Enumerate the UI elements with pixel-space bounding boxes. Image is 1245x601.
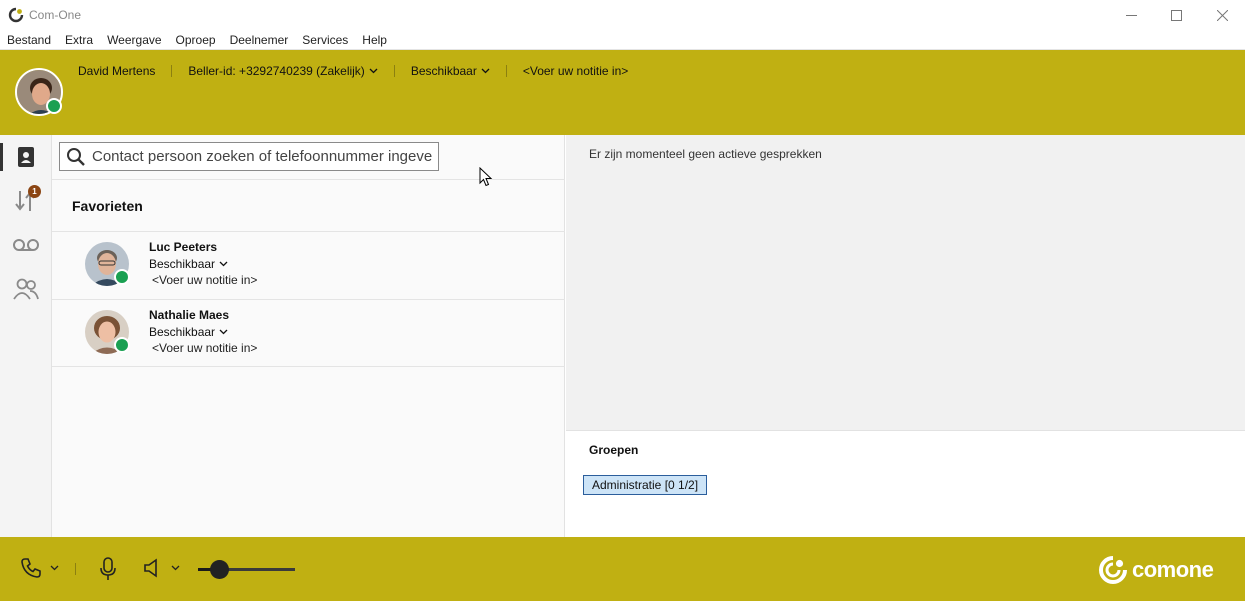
contact-name: Nathalie Maes bbox=[149, 308, 230, 322]
user-status-dot bbox=[46, 98, 62, 114]
header-separator bbox=[393, 65, 395, 77]
divider bbox=[52, 366, 565, 367]
contact-status-label: Beschikbaar bbox=[149, 257, 216, 271]
search-box[interactable] bbox=[59, 142, 439, 171]
active-calls-panel: Er zijn momenteel geen actieve gesprekke… bbox=[566, 135, 1245, 430]
microphone-button[interactable] bbox=[98, 557, 118, 581]
contact-row[interactable]: Luc Peeters Beschikbaar <Voer uw notitie… bbox=[52, 232, 565, 300]
contact-status-dropdown[interactable]: Beschikbaar bbox=[149, 325, 228, 339]
caller-id-label: Beller-id: +3292740239 (Zakelijk) bbox=[188, 64, 365, 78]
caller-id-dropdown[interactable]: Beller-id: +3292740239 (Zakelijk) bbox=[188, 64, 378, 78]
search-input[interactable] bbox=[92, 148, 432, 165]
menu-bar: Bestand Extra Weergave Oproep Deelnemer … bbox=[0, 30, 1245, 50]
contact-note: <Voer uw notitie in> bbox=[152, 341, 258, 355]
status-label: Beschikbaar bbox=[410, 64, 477, 78]
footer-separator bbox=[75, 563, 76, 575]
rail-call-history[interactable]: 1 bbox=[0, 179, 52, 223]
status-dropdown[interactable]: Beschikbaar bbox=[411, 64, 490, 78]
header-info-row: David Mertens Beller-id: +3292740239 (Za… bbox=[78, 64, 628, 78]
active-indicator bbox=[0, 143, 3, 171]
title-bar: Com-One bbox=[0, 0, 1245, 30]
rail-contacts[interactable] bbox=[0, 135, 52, 179]
phone-icon bbox=[21, 558, 41, 578]
contact-status-dot bbox=[114, 337, 130, 353]
menu-oproep[interactable]: Oproep bbox=[169, 33, 223, 47]
note-field[interactable]: <Voer uw notitie in> bbox=[523, 64, 628, 78]
speaker-button[interactable] bbox=[143, 557, 180, 579]
comone-logo-icon bbox=[1099, 556, 1127, 584]
chevron-down-icon bbox=[219, 329, 228, 335]
volume-slider-handle[interactable] bbox=[209, 560, 229, 579]
contact-status-label: Beschikbaar bbox=[149, 325, 216, 339]
header-separator bbox=[171, 65, 173, 77]
rail-voicemail[interactable] bbox=[0, 223, 52, 267]
contact-status-dot bbox=[114, 269, 130, 285]
rail-groups[interactable] bbox=[0, 267, 52, 311]
contact-status-dropdown[interactable]: Beschikbaar bbox=[149, 257, 228, 271]
speaker-icon bbox=[144, 558, 157, 578]
contact-name: Luc Peeters bbox=[149, 240, 218, 254]
mouse-cursor-icon bbox=[479, 167, 493, 187]
maximize-button[interactable] bbox=[1153, 0, 1199, 30]
footer-toolbar: comone bbox=[0, 537, 1245, 601]
chevron-down-icon bbox=[369, 68, 378, 74]
contact-note: <Voer uw notitie in> bbox=[152, 273, 258, 287]
menu-services[interactable]: Services bbox=[295, 33, 355, 47]
chevron-down-icon bbox=[171, 565, 180, 571]
search-icon bbox=[67, 147, 85, 166]
menu-help[interactable]: Help bbox=[355, 33, 394, 47]
missed-calls-badge: 1 bbox=[28, 185, 41, 198]
contacts-panel: Favorieten Luc Peeters Beschikbaar <Voer… bbox=[52, 135, 565, 537]
menu-extra[interactable]: Extra bbox=[58, 33, 100, 47]
groups-panel: Groepen Administratie [0 1/2] bbox=[566, 430, 1245, 537]
microphone-icon bbox=[100, 557, 116, 580]
minimize-icon bbox=[1125, 14, 1137, 16]
menu-bestand[interactable]: Bestand bbox=[0, 33, 58, 47]
menu-weergave[interactable]: Weergave bbox=[100, 33, 168, 47]
chevron-down-icon bbox=[219, 261, 228, 267]
minimize-button[interactable] bbox=[1108, 0, 1154, 30]
maximize-icon bbox=[1170, 9, 1182, 21]
header-separator bbox=[505, 65, 507, 77]
user-header: David Mertens Beller-id: +3292740239 (Za… bbox=[0, 50, 1245, 135]
close-button[interactable] bbox=[1199, 0, 1245, 30]
chevron-down-icon bbox=[50, 565, 59, 571]
groups-title: Groepen bbox=[589, 443, 639, 457]
brand-text: comone bbox=[1132, 557, 1214, 582]
call-button[interactable] bbox=[20, 557, 59, 579]
app-logo-icon bbox=[8, 7, 24, 23]
contacts-book-icon bbox=[18, 147, 34, 167]
brand-logo: comone bbox=[1098, 555, 1214, 585]
voicemail-icon bbox=[13, 239, 39, 251]
user-name: David Mertens bbox=[78, 64, 156, 78]
chevron-down-icon bbox=[481, 68, 490, 74]
contact-row[interactable]: Nathalie Maes Beschikbaar <Voer uw notit… bbox=[52, 300, 565, 368]
favorites-title: Favorieten bbox=[72, 198, 143, 214]
navigation-rail: 1 bbox=[0, 135, 52, 537]
window-title: Com-One bbox=[29, 8, 82, 22]
group-button-administratie[interactable]: Administratie [0 1/2] bbox=[583, 475, 708, 495]
groups-icon bbox=[13, 278, 39, 300]
menu-deelnemer[interactable]: Deelnemer bbox=[223, 33, 296, 47]
close-icon bbox=[1216, 9, 1228, 21]
no-active-calls-message: Er zijn momenteel geen actieve gesprekke… bbox=[589, 147, 822, 161]
